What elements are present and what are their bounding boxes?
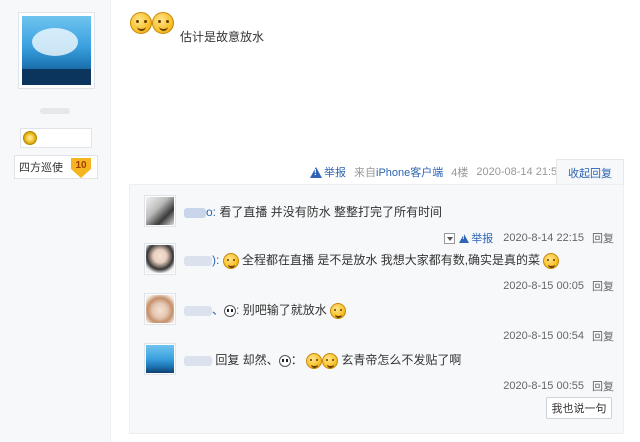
reply-meta: 2020-8-15 00:55 回复 bbox=[503, 378, 614, 394]
reply-date: 2020-8-14 22:15 bbox=[503, 232, 584, 244]
report-label: 举报 bbox=[324, 167, 346, 179]
post-text: 估计是故意放水 bbox=[180, 30, 265, 44]
reply-avatar[interactable] bbox=[144, 293, 176, 325]
reply-meta: 2020-8-15 00:54 回复 bbox=[503, 328, 614, 344]
reply-username[interactable]: 、: bbox=[184, 303, 239, 317]
dropdown-icon[interactable] bbox=[444, 232, 456, 244]
reply-avatar[interactable] bbox=[144, 195, 176, 227]
warning-icon bbox=[310, 166, 322, 178]
rank-badge-icon: 10 bbox=[71, 158, 91, 178]
smile-emoji-icon bbox=[330, 302, 347, 319]
floor-number: 4楼 bbox=[451, 167, 469, 179]
post-tail: 举报 来自iPhone客户端 4楼 2020-08-14 21:59 bbox=[310, 164, 563, 180]
reply-meta: 举报 2020-8-14 22:15 回复 bbox=[444, 230, 614, 246]
source-info: 来自iPhone客户端 bbox=[354, 164, 443, 180]
panda-emoji-icon bbox=[278, 354, 291, 367]
smile-emoji-icon bbox=[306, 352, 323, 369]
reply-avatar[interactable] bbox=[144, 243, 176, 275]
reply-date: 2020-8-15 00:55 bbox=[503, 380, 584, 392]
rank-name: 四方巡使 bbox=[19, 162, 63, 174]
reply-button[interactable]: 回复 bbox=[592, 230, 614, 246]
warning-icon bbox=[459, 233, 470, 243]
reply-date: 2020-8-15 00:05 bbox=[503, 280, 584, 292]
reply-button[interactable]: 回复 bbox=[592, 378, 614, 394]
author-avatar[interactable] bbox=[18, 12, 95, 89]
level-medal-icon bbox=[23, 131, 37, 145]
say-something-button[interactable]: 我也说一句 bbox=[546, 397, 612, 419]
reply-button[interactable]: 回复 bbox=[592, 278, 614, 294]
reply-username[interactable]: o: bbox=[184, 205, 216, 219]
reply-prefix: 回复 却然、 bbox=[215, 353, 279, 367]
panda-emoji-icon bbox=[224, 304, 237, 317]
emoji-group bbox=[130, 12, 174, 34]
reply-line: o: 看了直播 并没有防水 整整打完了所有时间 bbox=[184, 203, 442, 221]
rank-box[interactable]: 四方巡使 10 bbox=[14, 155, 98, 179]
source-prefix: 来自 bbox=[354, 167, 376, 179]
level-box bbox=[20, 128, 92, 148]
reply-line: 回复 却然、： 玄青帝怎么不发贴了啊 bbox=[184, 351, 461, 369]
reply-content: 看了直播 并没有防水 整整打完了所有时间 bbox=[219, 205, 443, 219]
smile-emoji-icon bbox=[543, 252, 560, 269]
avatar-image bbox=[22, 16, 91, 85]
source-client-link[interactable]: iPhone客户端 bbox=[376, 167, 443, 179]
reply-content: 别吧输了就放水 bbox=[242, 303, 327, 317]
collapse-replies-button[interactable]: 收起回复 bbox=[556, 159, 624, 185]
reply-username[interactable] bbox=[184, 353, 212, 367]
reply-avatar[interactable] bbox=[144, 343, 176, 375]
reply-username[interactable]: ): bbox=[184, 253, 219, 267]
reply-meta: 2020-8-15 00:05 回复 bbox=[503, 278, 614, 294]
rank-level: 10 bbox=[71, 158, 91, 178]
reply-button[interactable]: 回复 bbox=[592, 328, 614, 344]
reply-date: 2020-8-15 00:54 bbox=[503, 330, 584, 342]
smile-emoji-icon bbox=[322, 352, 339, 369]
reply-panel: o: 看了直播 并没有防水 整整打完了所有时间 举报 2020-8-14 22:… bbox=[129, 184, 624, 434]
reply-report-link[interactable]: 举报 bbox=[459, 230, 493, 246]
report-link[interactable]: 举报 bbox=[310, 164, 346, 180]
post-date: 2020-08-14 21:59 bbox=[476, 166, 564, 178]
reply-content: 全程都在直播 是不是放水 我想大家都有数,确实是真的菜 bbox=[242, 253, 541, 267]
smile-emoji-icon bbox=[222, 252, 239, 269]
author-name[interactable] bbox=[40, 108, 70, 114]
smile-emoji-icon bbox=[130, 12, 152, 34]
reply-content: 玄青帝怎么不发贴了啊 bbox=[341, 353, 462, 367]
smile-emoji-icon bbox=[152, 12, 174, 34]
author-sidebar: 四方巡使 10 bbox=[0, 0, 111, 442]
reply-line: 、: 别吧输了就放水 bbox=[184, 301, 347, 319]
reply-line: ): 全程都在直播 是不是放水 我想大家都有数,确实是真的菜 bbox=[184, 251, 560, 269]
